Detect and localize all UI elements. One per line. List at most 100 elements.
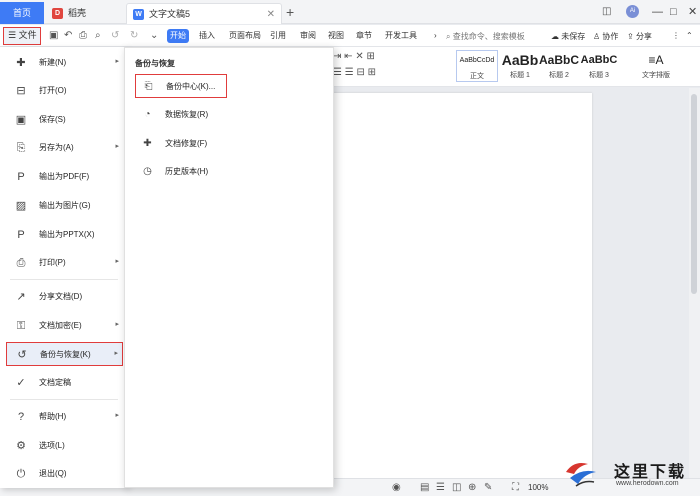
submenu-item-data-recovery[interactable]: ◔ 数据恢复(R)	[135, 103, 227, 127]
style-label: 正文	[470, 73, 484, 80]
chevron-right-icon[interactable]: ›	[434, 31, 437, 41]
tab-start[interactable]: 开始	[167, 29, 189, 43]
file-menu-button[interactable]: ☰ 文件	[3, 27, 41, 45]
collaborate-button[interactable]: ♙ 协作	[593, 31, 618, 42]
menu-toolbar: ☰ 文件 ▣ ↶ ⎙ ⌕ ↺ ↻ ⌄ 开始 插入 页面布局 引用 审阅 视图 章…	[0, 25, 700, 47]
web-view-icon[interactable]: ⊕	[468, 482, 476, 494]
menu-item-help[interactable]: ? 帮助(H) ▸	[6, 405, 123, 429]
chevron-down-icon[interactable]: ⌄	[150, 30, 158, 42]
menu-item-exit[interactable]: ⏻ 退出(Q)	[6, 462, 123, 486]
tab-review[interactable]: 审阅	[300, 31, 316, 41]
submenu-item-backup-center[interactable]: ⎗ 备份中心(K)...	[135, 74, 227, 98]
file-menu: ✚ 新建(N) ▸ ⊟ 打开(O) ▣ 保存(S) ⎘ 另存为(A) ▸ P 输…	[0, 47, 128, 488]
maximize-button[interactable]: □	[670, 3, 677, 21]
style-label: 标题 1	[510, 72, 530, 79]
scrollbar-thumb[interactable]	[691, 94, 697, 294]
tab-page-layout[interactable]: 页面布局	[229, 31, 261, 41]
title-bar: 首页 D 稻壳 W 文字文稿5 ✕ + ◫ Ai — □ ✕	[0, 0, 700, 24]
menu-item-finalize[interactable]: ✓ 文档定稿	[6, 371, 123, 395]
menu-item-export-image[interactable]: ▨ 输出为图片(G)	[6, 194, 123, 218]
tab-developer[interactable]: 开发工具	[385, 31, 417, 41]
text-layout-button[interactable]: ≡A 文字排版	[634, 50, 678, 82]
menu-item-print[interactable]: ⎙ 打印(P) ▸	[6, 251, 123, 275]
submenu-item-history[interactable]: ◷ 历史版本(H)	[135, 160, 227, 184]
exit-icon: ⏻	[16, 468, 26, 480]
save-icon[interactable]: ▣	[49, 30, 58, 42]
style-heading-3[interactable]: AaBbC 标题 3	[579, 50, 619, 82]
close-icon[interactable]: ✕	[267, 4, 275, 25]
style-heading-1[interactable]: AaBb 标题 1	[500, 50, 540, 82]
close-window-button[interactable]: ✕	[688, 3, 697, 21]
tab-insert[interactable]: 插入	[199, 31, 215, 41]
help-icon: ?	[17, 411, 25, 423]
tab-reference[interactable]: 引用	[270, 31, 286, 41]
pen-icon[interactable]: ✎	[484, 482, 492, 494]
save-as-icon: ⎘	[16, 142, 26, 154]
chevron-right-icon: ▸	[115, 258, 119, 265]
open-folder-icon: ⊟	[16, 85, 26, 97]
menu-item-new[interactable]: ✚ 新建(N) ▸	[6, 51, 123, 75]
menu-item-share-doc[interactable]: ↗ 分享文档(D)	[6, 285, 123, 309]
avatar[interactable]: Ai	[626, 5, 639, 18]
redo-icon[interactable]: ↻	[130, 30, 138, 42]
layout-icon[interactable]: ◫	[602, 6, 611, 18]
zoom-level[interactable]: 100%	[528, 483, 548, 492]
preview-icon[interactable]: ⌕	[95, 30, 101, 42]
page-view-icon[interactable]: ▤	[420, 482, 429, 494]
style-preview: AaBbC	[580, 54, 618, 66]
unsaved-status[interactable]: ☁ 未保存	[551, 31, 585, 42]
tab-view[interactable]: 视图	[328, 31, 344, 41]
align-tools-icon[interactable]: ⇥ ⇤ ✕ ⊞	[333, 51, 375, 63]
share-icon: ⇪	[627, 32, 634, 41]
image-icon: ▨	[15, 200, 27, 212]
chevron-right-icon: ▸	[115, 58, 119, 65]
add-tab-button[interactable]: +	[286, 4, 294, 20]
menu-divider	[10, 279, 118, 280]
menu-item-encrypt[interactable]: ⚿ 文档加密(E) ▸	[6, 314, 123, 338]
tab-chapter[interactable]: 章节	[356, 31, 372, 41]
menu-item-save[interactable]: ▣ 保存(S)	[6, 108, 123, 132]
encrypt-icon: ⚿	[16, 320, 26, 332]
menu-item-export-pdf[interactable]: P 输出为PDF(F)	[6, 165, 123, 189]
chevron-right-icon: ▸	[115, 321, 119, 328]
share-doc-icon: ↗	[16, 291, 26, 303]
menu-item-backup-restore[interactable]: ↺ 备份与恢复(K) ▸	[6, 342, 123, 366]
tab-label: 文字文稿5	[149, 9, 191, 19]
menu-item-open[interactable]: ⊟ 打开(O)	[6, 79, 123, 103]
tab-document[interactable]: W 文字文稿5 ✕	[126, 3, 282, 24]
chevron-right-icon: ▸	[114, 350, 118, 357]
command-search[interactable]: ⌕ 查找命令、搜索模板	[446, 31, 525, 42]
reading-view-icon[interactable]: ◫	[452, 482, 461, 494]
tab-daoke[interactable]: D 稻壳	[46, 3, 122, 24]
submenu-item-doc-repair[interactable]: ✚ 文档修复(F)	[135, 132, 227, 156]
vertical-scrollbar[interactable]	[689, 88, 700, 478]
undo-icon[interactable]: ↺	[111, 30, 119, 42]
menu-item-options[interactable]: ⚙ 选项(L)	[6, 434, 123, 458]
history-icon: ◷	[143, 166, 152, 177]
undo-history-icon[interactable]: ↶	[64, 30, 72, 42]
eye-icon[interactable]: ◉	[392, 482, 401, 494]
style-preview: AaBbC	[538, 53, 579, 67]
fit-icon[interactable]: ⛶	[512, 482, 519, 494]
text-layout-icon: ≡A	[648, 53, 664, 67]
cloud-icon: ☁	[551, 32, 559, 41]
minimize-button[interactable]: —	[652, 3, 663, 21]
paragraph-tools-icon[interactable]: ☰ ☰ ⊟ ⊞	[333, 67, 376, 79]
collapse-icon[interactable]: ⌃	[686, 31, 693, 40]
new-file-icon: ✚	[16, 57, 26, 69]
menu-item-save-as[interactable]: ⎘ 另存为(A) ▸	[6, 136, 123, 160]
document-page[interactable]	[330, 93, 592, 478]
watermark-title: 这里下载	[614, 462, 687, 481]
style-heading-2[interactable]: AaBbC 标题 2	[538, 50, 580, 82]
menu-item-export-pptx[interactable]: P 输出为PPTX(X)	[6, 223, 123, 247]
menu-divider	[10, 399, 118, 400]
share-button[interactable]: ⇪ 分享	[627, 31, 652, 42]
outline-view-icon[interactable]: ☰	[436, 482, 445, 494]
file-label: 文件	[18, 30, 37, 40]
print-icon[interactable]: ⎙	[79, 30, 87, 42]
style-normal[interactable]: AaBbCcDd 正文	[456, 50, 498, 82]
home-tab[interactable]: 首页	[0, 2, 44, 24]
finalize-icon: ✓	[16, 377, 26, 389]
more-icon[interactable]: ⋮	[672, 31, 680, 40]
print-icon: ⎙	[16, 257, 26, 269]
